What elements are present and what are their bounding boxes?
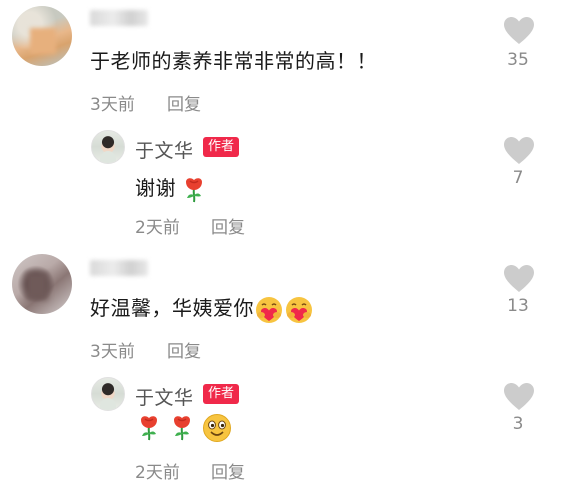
reply-emoji-row	[138, 413, 232, 443]
author-name[interactable]: 于文华	[135, 383, 194, 410]
comment-text: 好温馨，华姨爱你	[90, 292, 314, 324]
commenter-avatar[interactable]	[12, 254, 72, 314]
author-name[interactable]: 于文华	[135, 136, 194, 163]
like-count: 35	[507, 50, 529, 70]
reply-text: 谢谢	[135, 172, 205, 203]
like-count: 3	[512, 414, 524, 434]
smile-emoji	[203, 414, 232, 442]
commenter-name-blurred[interactable]	[90, 260, 148, 276]
hug-heart-emoji	[256, 296, 282, 323]
author-avatar[interactable]	[91, 377, 125, 411]
rose-emoji	[174, 416, 191, 441]
comment-time: 3天前	[90, 342, 135, 362]
like-heart-icon[interactable]	[503, 136, 535, 166]
author-avatar[interactable]	[91, 130, 125, 164]
commenter-avatar[interactable]	[12, 6, 72, 66]
like-heart-icon[interactable]	[503, 264, 535, 294]
rose-emoji	[141, 416, 157, 441]
hug-heart-emoji	[286, 296, 312, 323]
like-heart-icon[interactable]	[503, 382, 535, 412]
reply-time: 2天前	[135, 218, 180, 238]
reply-text-label: 谢谢	[135, 176, 176, 200]
commenter-name-blurred[interactable]	[90, 10, 148, 26]
reply-button[interactable]: 回复	[211, 458, 245, 483]
comment-text-label: 好温馨，华姨爱你	[90, 296, 254, 320]
reply-button[interactable]: 回复	[167, 90, 201, 115]
like-heart-icon[interactable]	[503, 16, 535, 46]
comment-text: 于老师的素养非常非常的高！！	[90, 49, 377, 73]
reply-button[interactable]: 回复	[211, 213, 245, 238]
comment-time: 3天前	[90, 95, 135, 115]
reply-button[interactable]: 回复	[167, 337, 201, 362]
like-count: 13	[507, 296, 529, 316]
author-badge: 作者	[203, 384, 240, 404]
author-badge: 作者	[203, 137, 240, 157]
like-count: 7	[512, 168, 524, 188]
reply-time: 2天前	[135, 463, 180, 483]
rose-emoji	[185, 177, 202, 202]
